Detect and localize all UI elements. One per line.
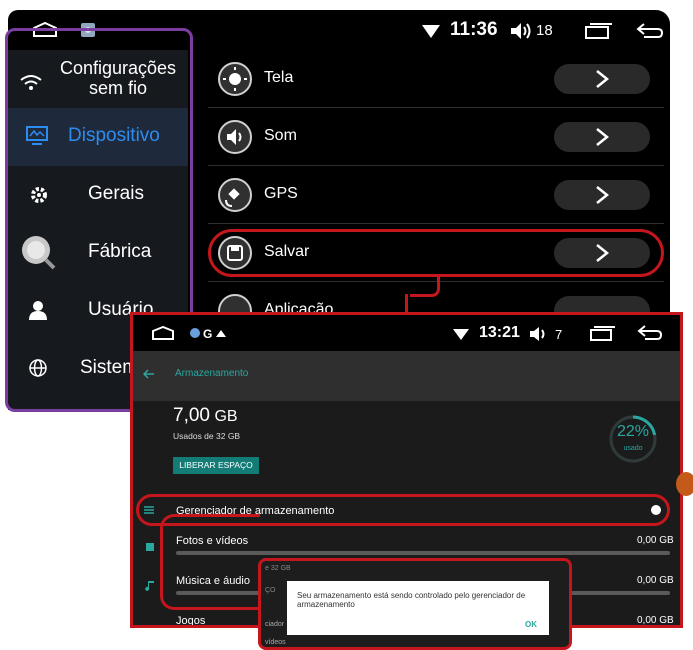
usage-label: usado	[623, 445, 643, 452]
used-amount: 7,00	[173, 405, 210, 426]
home-icon[interactable]	[151, 326, 175, 340]
sidebar-item-wireless[interactable]: Configurações sem fio	[8, 50, 188, 108]
bg-text: ÇO	[265, 587, 276, 594]
sidebar-item-label: Dispositivo	[68, 125, 160, 146]
home-icon[interactable]	[32, 22, 58, 38]
volume-level: 18	[536, 22, 553, 39]
menu-item-sound[interactable]: Som	[208, 108, 664, 166]
save-highlight-callout	[208, 229, 664, 277]
photo-icon	[146, 543, 154, 551]
gear-icon	[31, 187, 47, 203]
decorative-orange-dot	[676, 472, 693, 496]
connector-line	[405, 294, 408, 314]
chevron-right-icon[interactable]	[554, 180, 650, 210]
category-value: 0,00 GB	[637, 535, 674, 546]
svg-text:G: G	[203, 327, 212, 340]
category-value: 0,00 GB	[637, 575, 674, 586]
globe-icon	[29, 359, 47, 377]
sidebar-item-device[interactable]: Dispositivo	[8, 108, 188, 166]
bg-text: e 32 GB	[265, 565, 291, 572]
volume-icon	[511, 23, 531, 39]
back-icon[interactable]	[637, 325, 665, 341]
connector-bracket	[160, 514, 260, 610]
used-unit: GB	[214, 408, 238, 425]
page-title: Armazenamento	[175, 368, 249, 379]
device-icon	[26, 126, 48, 145]
dialog-screen: e 32 GB ÇO ciador vídeos Seu armazenamen…	[258, 558, 572, 650]
clock: 13:21	[479, 324, 520, 341]
sidebar-item-label: Gerais	[88, 183, 144, 204]
chevron-right-icon[interactable]	[554, 64, 650, 94]
menu-item-display[interactable]: Tela	[208, 50, 664, 108]
volume-icon	[530, 327, 545, 341]
category-label: Jogos	[176, 615, 206, 627]
dialog-ok-button[interactable]: OK	[525, 620, 537, 629]
brightness-icon	[218, 62, 252, 96]
sidebar-item-label: Configurações sem fio	[59, 58, 177, 98]
storage-dialog: Seu armazenamento está sendo controlado …	[287, 581, 549, 635]
usage-ring: 22% usado	[607, 413, 659, 465]
sidebar-item-general[interactable]: Gerais	[8, 166, 188, 224]
volume-level: 7	[555, 327, 563, 342]
bg-text: ciador	[265, 621, 285, 628]
settings-app-icon	[81, 23, 95, 37]
dialog-message: Seu armazenamento está sendo controlado …	[297, 591, 526, 609]
menu-item-label: Tela	[264, 69, 294, 86]
sidebar-item-label: Fábrica	[88, 241, 152, 262]
menu-item-gps[interactable]: GPS	[208, 166, 664, 224]
menu-item-label: Som	[264, 127, 297, 144]
usage-percent: 22%	[616, 423, 650, 440]
status-bar: 11:36 18	[8, 10, 670, 50]
satellite-icon	[218, 178, 252, 212]
sidebar-item-factory[interactable]: Fábrica	[8, 224, 188, 282]
connector-line	[410, 277, 440, 297]
app-bar: Armazenamento	[133, 351, 680, 401]
bg-text: vídeos	[265, 639, 286, 646]
notification-icons: G	[190, 327, 226, 340]
recent-apps-icon[interactable]	[584, 22, 614, 40]
music-note-icon	[145, 581, 154, 591]
category-value: 0,00 GB	[637, 615, 674, 626]
arrow-left-icon[interactable]	[143, 369, 155, 379]
user-icon	[29, 301, 47, 320]
free-space-button[interactable]: LIBERAR ESPAÇO	[173, 457, 259, 474]
factory-icon	[22, 236, 56, 270]
chevron-right-icon[interactable]	[554, 122, 650, 152]
menu-item-label: GPS	[264, 185, 298, 202]
wifi-signal-icon	[422, 25, 440, 38]
wifi-signal-icon	[453, 329, 469, 340]
used-of-total: Usados de 32 GB	[173, 431, 241, 441]
storage-used: 7,00 GB	[173, 405, 238, 427]
clock: 11:36	[450, 19, 498, 40]
recent-apps-icon[interactable]	[589, 325, 617, 341]
composite-screenshot: 11:36 18 Configurações sem fio Dispositi…	[0, 0, 693, 650]
back-icon[interactable]	[636, 22, 664, 40]
speaker-icon	[218, 120, 252, 154]
status-bar: G 13:21 7	[133, 315, 680, 351]
wifi-icon	[20, 75, 42, 90]
